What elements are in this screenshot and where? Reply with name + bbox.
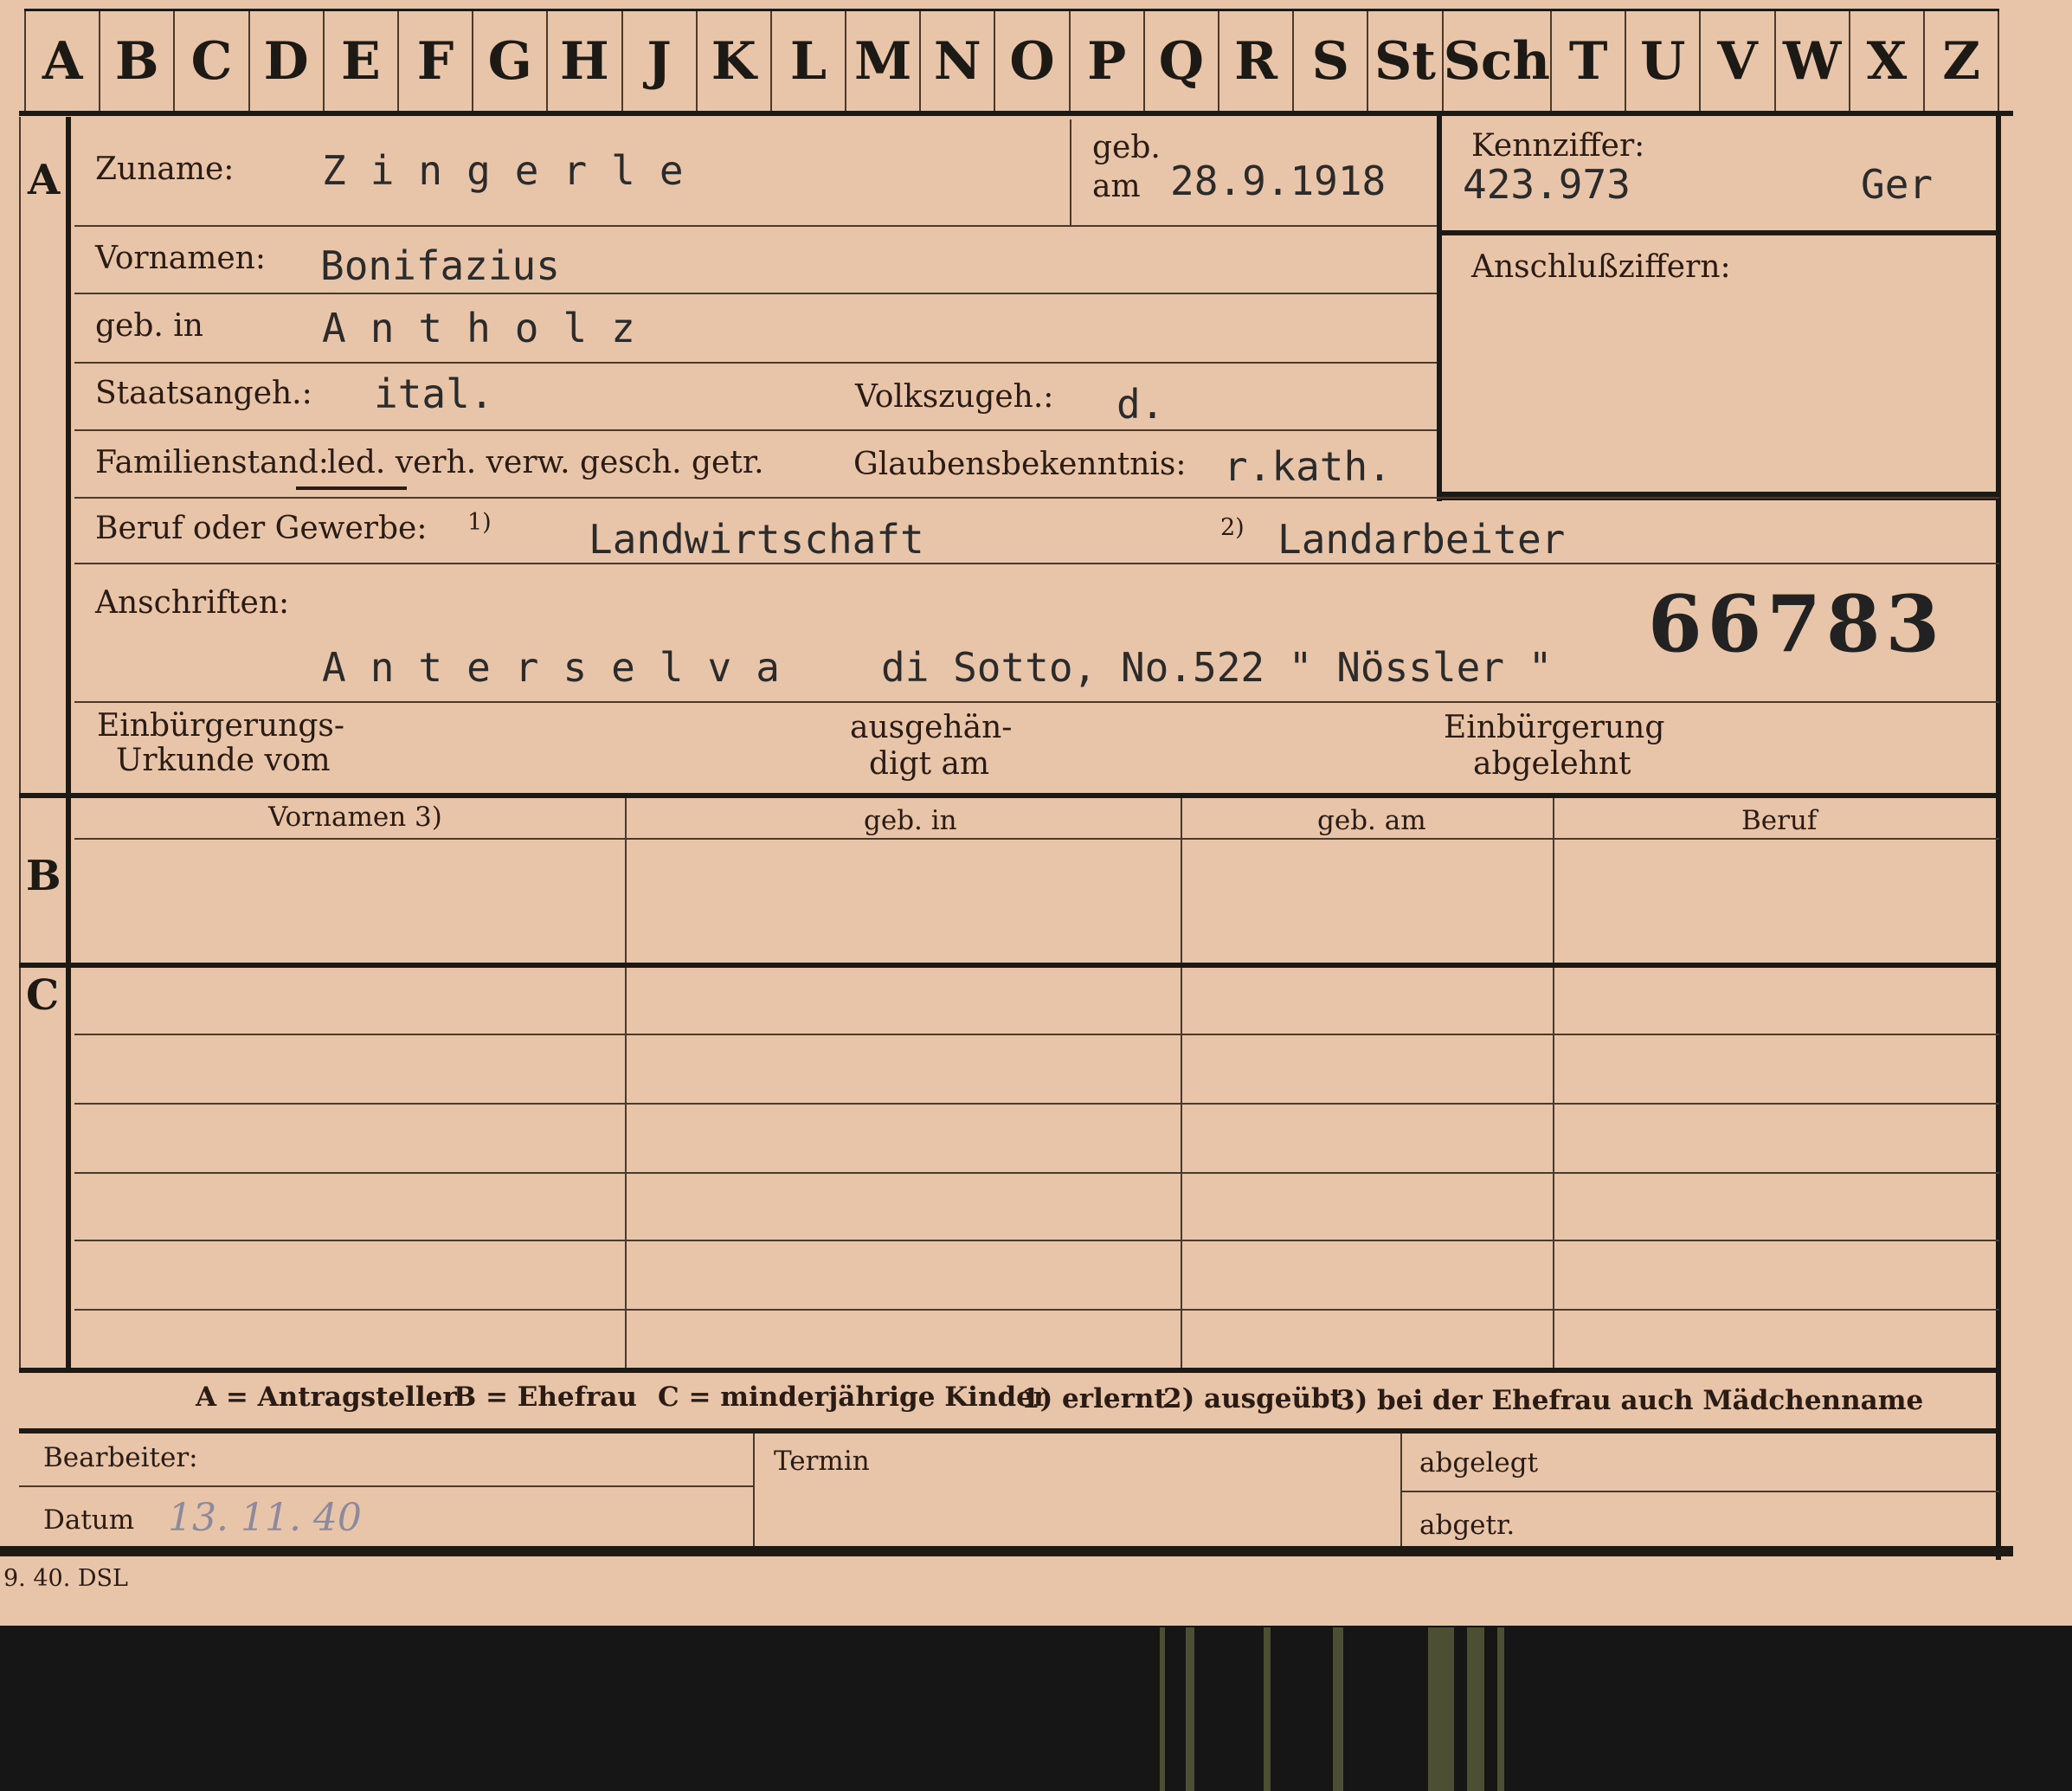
alphabet-tab-f: F [399,11,474,111]
alphabet-tab-r: R [1219,11,1295,111]
familienstand-options: led. verh. verw. gesch. getr. [327,445,764,480]
table-header-beruf: Beruf [1741,805,1818,836]
einbuergerung-abgelehnt-line2: abgelehnt [1473,746,1631,782]
geb-in-label: geb. in [95,308,203,344]
section-b-marker: B [26,852,61,900]
alphabet-tab-q: Q [1145,11,1219,111]
alphabet-tab-t: T [1552,11,1627,111]
alphabet-tab-z: Z [1925,11,2000,111]
legend-note-2: 2) ausgeübt [1163,1383,1343,1414]
background-strip [1125,1627,1558,1791]
legend-a: A = Antragsteller [196,1382,457,1413]
vornamen-label: Vornamen: [95,241,266,276]
alphabet-tab-u: U [1626,11,1702,111]
kennziffer-label: Kennziffer: [1471,128,1645,164]
alphabet-tab-b: B [100,11,176,111]
print-code: 9. 40. DSL [3,1565,128,1592]
alphabet-tab-p: P [1071,11,1145,111]
glauben-label: Glaubensbekenntnis: [853,447,1187,482]
ausgehaendigt-line1: ausgehän- [850,710,1013,745]
alphabet-tab-st: St [1368,11,1444,111]
beruf-value-1: Landwirtschaft [589,516,924,563]
zuname-value: Zingerle [322,147,708,194]
ausgehaendigt-line2: digt am [869,746,990,782]
alphabet-tab-row: A B C D E F G H J K L M N O P Q R S St Sch T U V W X Z [24,9,2000,111]
einbuergerung-urkunde-line2: Urkunde vom [116,743,331,778]
alphabet-tab-w: W [1776,11,1850,111]
termin-label: Termin [774,1446,870,1477]
alphabet-tab-j: J [623,11,698,111]
beruf-note-1: 1) [467,509,492,536]
datum-value: 13. 11. 40 [168,1496,362,1540]
glauben-value: r.kath. [1224,443,1392,490]
einbuergerung-abgelehnt-line1: Einbürgerung [1444,710,1665,745]
geb-in-value: Antholz [322,305,660,351]
legend-b: B = Ehefrau [454,1382,637,1413]
legend-note-3: 3) bei der Ehefrau auch Mädchenname [1336,1385,1924,1416]
alphabet-tab-a: A [24,11,101,111]
kennziffer-value: 423.973 [1463,161,1631,208]
anschriften-value-rest: di Sotto, No.522 " Nössler " [881,644,1553,691]
staatsangeh-value: ital. [374,370,494,417]
kennziffer-code: Ger [1861,161,1934,208]
einbuergerung-urkunde-line1: Einbürgerungs- [97,708,345,744]
familienstand-label: Familienstand: [95,445,329,480]
volkszugeh-label: Volkszugeh.: [855,379,1054,415]
abgetr-label: abgetr. [1419,1510,1515,1541]
alphabet-tab-x: X [1850,11,1925,111]
legend-note-1: 1) erlernt [1021,1383,1167,1414]
vornamen-value: Bonifazius [320,242,560,289]
anschriften-value-spaced: Anterselva [322,644,804,691]
geb-am-value: 28.9.1918 [1170,158,1387,204]
legend-c: C = minderjährige Kinder [658,1382,1048,1413]
alphabet-tab-k: K [698,11,772,111]
am-label: am [1092,169,1141,204]
section-a-marker: A [28,156,61,204]
alphabet-tab-n: N [921,11,996,111]
anschluss-label: Anschlußziffern: [1471,249,1731,285]
familienstand-selected-mark [296,486,407,490]
volkszugeh-value: d. [1116,381,1165,428]
abgelegt-label: abgelegt [1419,1447,1539,1479]
alphabet-tab-e: E [325,11,399,111]
alphabet-tab-l: L [772,11,847,111]
alphabet-tab-s: S [1294,11,1369,111]
anschriften-label: Anschriften: [95,585,290,621]
registration-card: A B C D E F G H J K L M N O P Q R S St Sch T U V W X Z A Zuname: … [0,0,2072,1626]
alphabet-tab-c: C [175,11,250,111]
alphabet-tab-o: O [995,11,1071,111]
alphabet-tab-h: H [548,11,623,111]
table-header-vornamen: Vornamen 3) [268,802,442,833]
section-c-marker: C [26,971,60,1020]
alphabet-tab-d: D [250,11,325,111]
bearbeiter-label: Bearbeiter: [43,1442,198,1473]
file-number: 66783 [1648,578,1946,670]
alphabet-tab-m: M [846,11,922,111]
alphabet-tab-g: G [473,11,549,111]
datum-label: Datum [43,1504,135,1536]
staatsangeh-label: Staatsangeh.: [95,376,312,411]
geb-label: geb. [1092,130,1161,165]
table-header-geb-in: geb. in [864,805,957,836]
beruf-note-2: 2) [1220,514,1245,541]
beruf-label: Beruf oder Gewerbe: [95,511,428,546]
alphabet-tab-v: V [1701,11,1776,111]
alphabet-tab-sch: Sch [1444,11,1553,111]
zuname-label: Zuname: [95,151,235,187]
table-header-geb-am: geb. am [1317,805,1426,836]
beruf-value-2: Landarbeiter [1277,516,1566,563]
